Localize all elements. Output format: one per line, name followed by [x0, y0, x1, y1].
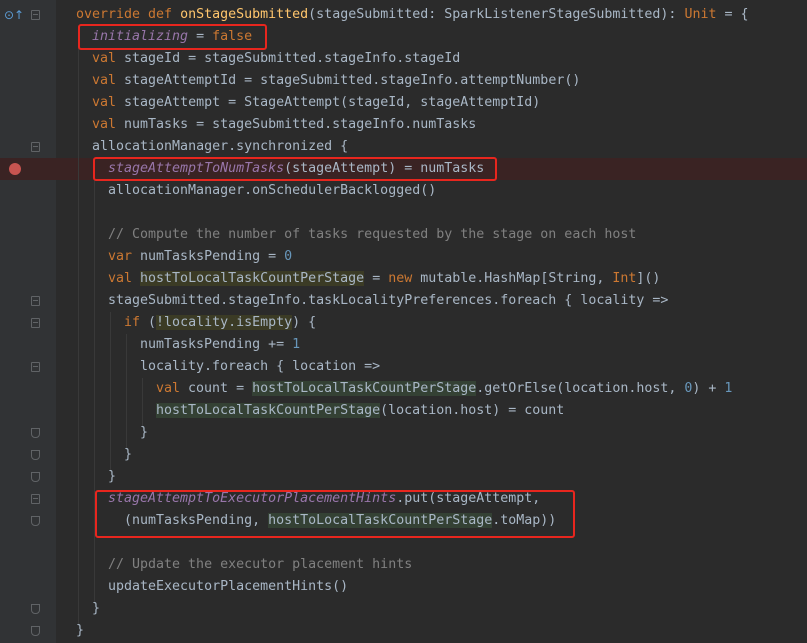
code-token: (	[148, 315, 157, 330]
code-line[interactable]: allocationManager.onSchedulerBacklogged(…	[108, 180, 436, 202]
fold-end-icon[interactable]	[31, 604, 40, 614]
code-token: // Compute the number of tasks requested…	[108, 227, 637, 242]
code-line[interactable]: hostToLocalTaskCountPerStage(location.ho…	[156, 400, 564, 422]
code-token: stageId = stageSubmitted.stageInfo.stage…	[124, 51, 461, 66]
code-token: Unit	[684, 7, 717, 22]
code-line[interactable]: numTasksPending += 1	[140, 334, 300, 356]
code-token: 1	[292, 337, 301, 352]
code-token: stageSubmitted.stageInfo.taskLocalityPre…	[108, 293, 669, 308]
code-token: hostToLocalTaskCountPerStage	[252, 381, 477, 396]
code-token: stageAttemptId = stageSubmitted.stageInf…	[124, 73, 581, 88]
code-line[interactable]: val stageAttempt = StageAttempt(stageId,…	[92, 92, 540, 114]
fold-icon[interactable]	[31, 362, 40, 372]
code-token: ]()	[636, 271, 661, 286]
code-line[interactable]: }	[140, 422, 148, 444]
code-token: allocationManager.onSchedulerBacklogged(…	[108, 183, 437, 198]
code-token: // Update the executor placement hints	[108, 557, 413, 572]
annotation-box	[78, 24, 267, 50]
indent-guide	[142, 378, 143, 428]
fold-end-icon[interactable]	[31, 472, 40, 482]
code-token: val	[92, 51, 125, 66]
code-token: }	[92, 601, 101, 616]
fold-icon[interactable]	[31, 318, 40, 328]
code-line[interactable]: val stageId = stageSubmitted.stageInfo.s…	[92, 48, 460, 70]
code-token: Int	[612, 271, 637, 286]
code-token: }	[108, 469, 117, 484]
code-token: val	[108, 271, 141, 286]
code-line[interactable]: if (!locality.isEmpty) {	[124, 312, 316, 334]
fold-icon[interactable]	[31, 10, 40, 20]
code-line[interactable]: val hostToLocalTaskCountPerStage = new m…	[108, 268, 660, 290]
code-line[interactable]: allocationManager.synchronized {	[92, 136, 348, 158]
code-token: 0	[284, 249, 293, 264]
code-line[interactable]: }	[76, 620, 84, 642]
code-line[interactable]: }	[124, 444, 132, 466]
code-token: }	[124, 447, 133, 462]
code-token: ) {	[292, 315, 317, 330]
code-token: (stageSubmitted: SparkListenerStageSubmi…	[308, 7, 685, 22]
code-line[interactable]: // Compute the number of tasks requested…	[108, 224, 636, 246]
code-token: = {	[716, 7, 749, 22]
code-token: if	[124, 315, 149, 330]
code-line[interactable]: val count = hostToLocalTaskCountPerStage…	[156, 378, 732, 400]
code-token: locality.foreach { location =>	[140, 359, 381, 374]
code-line[interactable]: val numTasks = stageSubmitted.stageInfo.…	[92, 114, 476, 136]
fold-end-icon[interactable]	[31, 626, 40, 636]
code-token: ) +	[692, 381, 725, 396]
fold-end-icon[interactable]	[31, 516, 40, 526]
code-token: hostToLocalTaskCountPerStage	[140, 271, 365, 286]
breakpoint-icon[interactable]	[9, 163, 21, 175]
code-line[interactable]: }	[108, 466, 116, 488]
code-token: (location.host) = count	[380, 403, 565, 418]
code-line[interactable]: locality.foreach { location =>	[140, 356, 380, 378]
code-line[interactable]: // Update the executor placement hints	[108, 554, 412, 576]
fold-icon[interactable]	[31, 296, 40, 306]
code-line[interactable]: }	[92, 598, 100, 620]
code-token: val	[156, 381, 189, 396]
code-editor[interactable]: ⊙↑ override def onStageSubmitted(stageSu…	[0, 0, 807, 643]
code-token: }	[76, 623, 85, 638]
fold-end-icon[interactable]	[31, 450, 40, 460]
code-token: updateExecutorPlacementHints()	[108, 579, 349, 594]
code-token: !locality.isEmpty	[156, 315, 293, 330]
code-line[interactable]: var numTasksPending = 0	[108, 246, 292, 268]
code-token: }	[140, 425, 149, 440]
code-line[interactable]: override def onStageSubmitted(stageSubmi…	[76, 4, 749, 26]
code-token: 1	[724, 381, 733, 396]
code-token: var	[108, 249, 141, 264]
code-token: val	[92, 117, 125, 132]
code-line[interactable]: stageSubmitted.stageInfo.taskLocalityPre…	[108, 290, 668, 312]
fold-icon[interactable]	[31, 494, 40, 504]
editor-gutter[interactable]	[0, 0, 56, 643]
annotation-box	[95, 490, 575, 538]
indent-guide	[126, 334, 127, 450]
code-token: numTasksPending +=	[140, 337, 293, 352]
code-token: val	[92, 95, 125, 110]
code-token: val	[92, 73, 125, 88]
code-token: numTasksPending =	[140, 249, 285, 264]
indent-guide	[110, 312, 111, 472]
code-token: mutable.HashMap[String,	[420, 271, 613, 286]
code-token: new	[388, 271, 421, 286]
code-token: onStageSubmitted	[180, 7, 309, 22]
code-token: count =	[188, 381, 253, 396]
indent-guide	[94, 158, 95, 604]
code-token: override def	[76, 7, 181, 22]
code-token: numTasks = stageSubmitted.stageInfo.numT…	[124, 117, 477, 132]
code-token: hostToLocalTaskCountPerStage	[156, 403, 381, 418]
code-line[interactable]: updateExecutorPlacementHints()	[108, 576, 348, 598]
fold-end-icon[interactable]	[31, 428, 40, 438]
code-token: =	[364, 271, 389, 286]
code-token: stageAttempt = StageAttempt(stageId, sta…	[124, 95, 541, 110]
override-icon[interactable]: ⊙↑	[4, 8, 24, 22]
code-line[interactable]: val stageAttemptId = stageSubmitted.stag…	[92, 70, 580, 92]
fold-icon[interactable]	[31, 142, 40, 152]
code-token: allocationManager.synchronized {	[92, 139, 349, 154]
code-token: .getOrElse(location.host,	[476, 381, 685, 396]
indent-guide	[78, 26, 79, 626]
annotation-box	[93, 157, 497, 181]
